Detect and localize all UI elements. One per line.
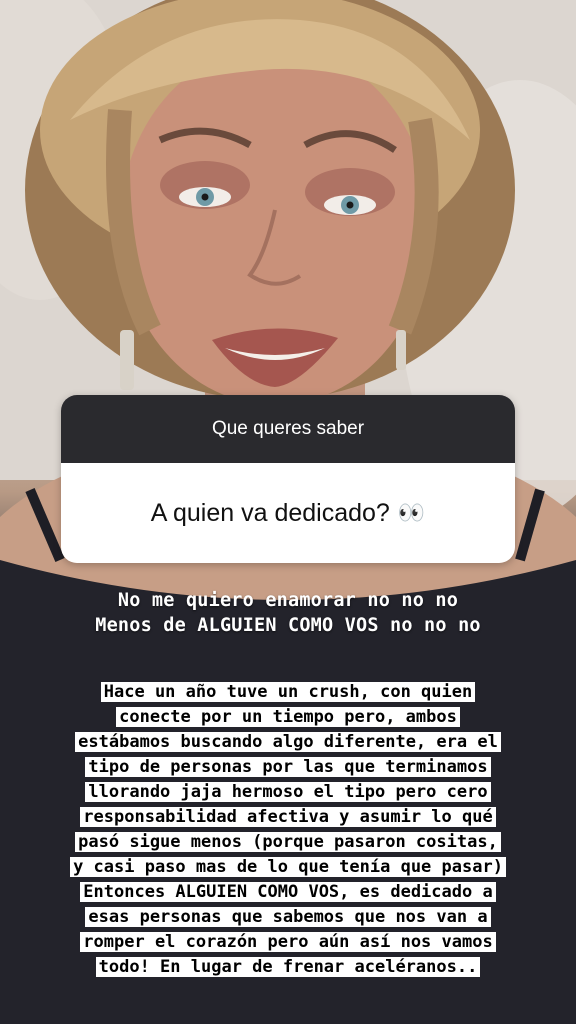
- lyrics-line: No me quiero enamorar no no no: [117, 590, 459, 611]
- eyes-emoji-icon: 👀: [397, 500, 426, 525]
- story-line: Entonces ALGUIEN COMO VOS, es dedicado a: [80, 882, 496, 902]
- story-line: y casi paso mas de lo que tenía que pasa…: [70, 857, 506, 877]
- question-sticker-answer-area: A quien va dedicado? 👀: [61, 463, 515, 563]
- story-text-block: Hace un año tuve un crush, con quien con…: [0, 680, 576, 980]
- story-line: Hace un año tuve un crush, con quien: [100, 682, 476, 702]
- lyrics-line: Menos de ALGUIEN COMO VOS no no no: [95, 615, 481, 636]
- question-sticker[interactable]: Que queres saber A quien va dedicado? 👀: [61, 395, 515, 563]
- story-line: tipo de personas por las que terminamos: [85, 757, 491, 777]
- story-line: responsabilidad afectiva y asumir lo qué: [80, 807, 496, 827]
- story-line: llorando jaja hermoso el tipo pero cero: [85, 782, 491, 802]
- lyrics-caption: No me quiero enamorar no no no Menos de …: [0, 588, 576, 638]
- story-line: estábamos buscando algo diferente, era e…: [75, 732, 501, 752]
- story-line: romper el corazón pero aún así nos vamos: [80, 932, 496, 952]
- question-sticker-title: Que queres saber: [61, 395, 515, 463]
- story-line: pasó sigue menos (porque pasaron cositas…: [75, 832, 501, 852]
- story-line: esas personas que sabemos que nos van a: [85, 907, 491, 927]
- story-line: conecte por un tiempo pero, ambos: [116, 707, 460, 727]
- story-line: todo! En lugar de frenar aceléranos..: [95, 957, 481, 977]
- question-sticker-answer: A quien va dedicado?: [150, 498, 390, 527]
